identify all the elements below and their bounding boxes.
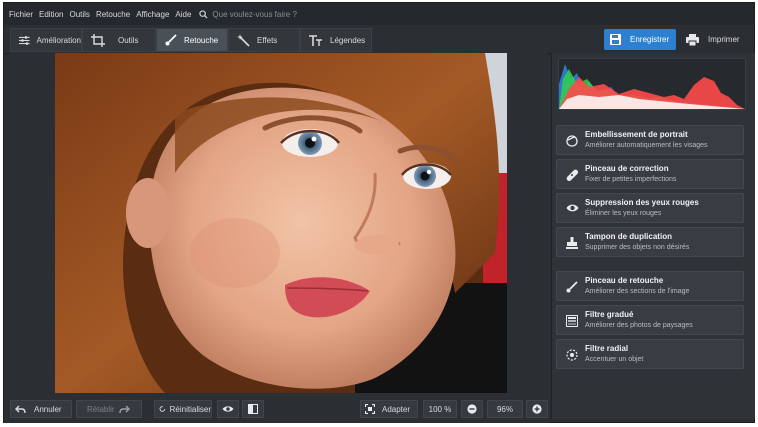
compare-button[interactable]	[242, 400, 264, 418]
search-placeholder: Que voulez-vous faire ?	[212, 9, 297, 19]
right-panel: Embellissement de portrait Améliorer aut…	[551, 53, 755, 419]
tool-clone-stamp[interactable]: Tampon de duplication Supprimer des obje…	[556, 227, 744, 257]
menu-edition[interactable]: Edition	[39, 10, 63, 19]
zoom-100-label: 100 %	[428, 404, 452, 414]
tab-retouche[interactable]: Retouche	[156, 28, 228, 52]
menu-bar: Fichier Edition Outils Retouche Affichag…	[4, 3, 754, 25]
tool-title: Tampon de duplication	[585, 232, 672, 241]
tool-title: Pinceau de correction	[585, 164, 669, 173]
redo-icon	[118, 405, 130, 413]
text-icon	[309, 34, 322, 46]
print-label: Imprimer	[708, 35, 740, 44]
sliders-icon	[19, 35, 30, 45]
crop-icon	[91, 33, 105, 47]
image-canvas[interactable]	[10, 53, 547, 395]
tab-outils[interactable]: Outils	[82, 28, 156, 52]
tool-title: Embellissement de portrait	[585, 130, 688, 139]
magic-wand-icon	[237, 33, 250, 47]
zoom-level-value: 96%	[496, 404, 513, 414]
fit-label: Adapter	[382, 404, 411, 414]
toolbar: Amélioration Outils Retouche Effets Lége…	[4, 25, 754, 54]
compare-icon	[248, 404, 258, 414]
tool-subtitle: Améliorer des sections de l'image	[585, 288, 690, 295]
search-box[interactable]: Que voulez-vous faire ?	[199, 10, 297, 19]
tool-portrait-enhance[interactable]: Embellissement de portrait Améliorer aut…	[556, 125, 744, 155]
save-button[interactable]: Enregistrer	[604, 29, 676, 50]
menu-aide[interactable]: Aide	[175, 10, 191, 19]
undo-label: Annuler	[34, 404, 62, 414]
histogram	[558, 58, 746, 110]
tool-subtitle: Éliminer les yeux rouges	[585, 210, 662, 217]
tab-legendes[interactable]: Légendes	[300, 28, 372, 52]
bandage-icon	[566, 169, 578, 181]
stamp-icon	[566, 237, 578, 249]
tool-title: Pinceau de retouche	[585, 276, 664, 285]
portrait-icon	[566, 135, 578, 147]
tool-subtitle: Améliorer des photos de paysages	[585, 322, 693, 329]
tab-label: Retouche	[184, 35, 219, 45]
tool-subtitle: Accentuer un objet	[585, 356, 644, 363]
reset-label: Réinitialiser	[169, 404, 211, 414]
preview-button[interactable]	[217, 400, 239, 418]
reset-button[interactable]: Réinitialiser	[154, 400, 212, 418]
undo-button[interactable]: Annuler	[10, 400, 72, 418]
tab-amelioration[interactable]: Amélioration	[10, 28, 82, 52]
save-icon	[610, 34, 621, 45]
reset-icon	[159, 405, 166, 412]
search-icon	[199, 9, 208, 19]
brush-icon	[566, 281, 578, 293]
app-window: Fichier Edition Outils Retouche Affichag…	[3, 2, 755, 423]
tool-graduated-filter[interactable]: Filtre gradué Améliorer des photos de pa…	[556, 305, 744, 335]
eye-icon	[566, 204, 579, 212]
zoom-level-field[interactable]: 96%	[487, 400, 523, 418]
zoom-100-button[interactable]: 100 %	[423, 400, 457, 418]
tab-label: Outils	[118, 35, 139, 45]
tab-label: Amélioration	[36, 35, 81, 45]
tool-subtitle: Supprimer des objets non désirés	[585, 244, 690, 251]
tab-effets[interactable]: Effets	[228, 28, 300, 52]
portrait-photo[interactable]	[55, 53, 507, 393]
tool-retouch-brush[interactable]: Pinceau de retouche Améliorer des sectio…	[556, 271, 744, 301]
tool-radial-filter[interactable]: Filtre radial Accentuer un objet	[556, 339, 744, 369]
tool-red-eye-removal[interactable]: Suppression des yeux rouges Éliminer les…	[556, 193, 744, 223]
zoom-in-button[interactable]	[526, 400, 548, 418]
menu-affichage[interactable]: Affichage	[136, 10, 169, 19]
brush-icon	[165, 34, 177, 46]
undo-icon	[15, 405, 26, 413]
print-button[interactable]: Imprimer	[682, 29, 746, 50]
tab-label: Légendes	[330, 35, 366, 45]
tool-title: Filtre gradué	[585, 310, 634, 319]
fit-button[interactable]: Adapter	[360, 400, 418, 418]
printer-icon	[686, 33, 699, 46]
tool-title: Filtre radial	[585, 344, 629, 353]
menu-outils[interactable]: Outils	[69, 10, 89, 19]
bottom-bar: Annuler Rétablir Réinitialiser Adapter 1…	[4, 395, 550, 423]
eye-icon	[222, 406, 234, 412]
portrait-image	[55, 53, 507, 393]
fit-screen-icon	[365, 404, 375, 414]
gradient-icon	[566, 315, 578, 327]
menu-retouche[interactable]: Retouche	[96, 10, 130, 19]
tool-title: Suppression des yeux rouges	[585, 198, 699, 207]
tab-label: Effets	[257, 35, 278, 45]
tool-correction-brush[interactable]: Pinceau de correction Fixer de petites i…	[556, 159, 744, 189]
tool-subtitle: Améliorer automatiquement les visages	[585, 142, 708, 149]
radial-icon	[566, 349, 578, 361]
redo-button[interactable]: Rétablir	[76, 400, 142, 418]
redo-label: Rétablir	[87, 404, 115, 414]
tool-subtitle: Fixer de petites imperfections	[585, 176, 677, 183]
zoom-out-button[interactable]	[461, 400, 483, 418]
save-label: Enregistrer	[630, 35, 670, 44]
menu-fichier[interactable]: Fichier	[9, 10, 33, 19]
minus-circle-icon	[467, 404, 477, 414]
plus-circle-icon	[532, 404, 542, 414]
